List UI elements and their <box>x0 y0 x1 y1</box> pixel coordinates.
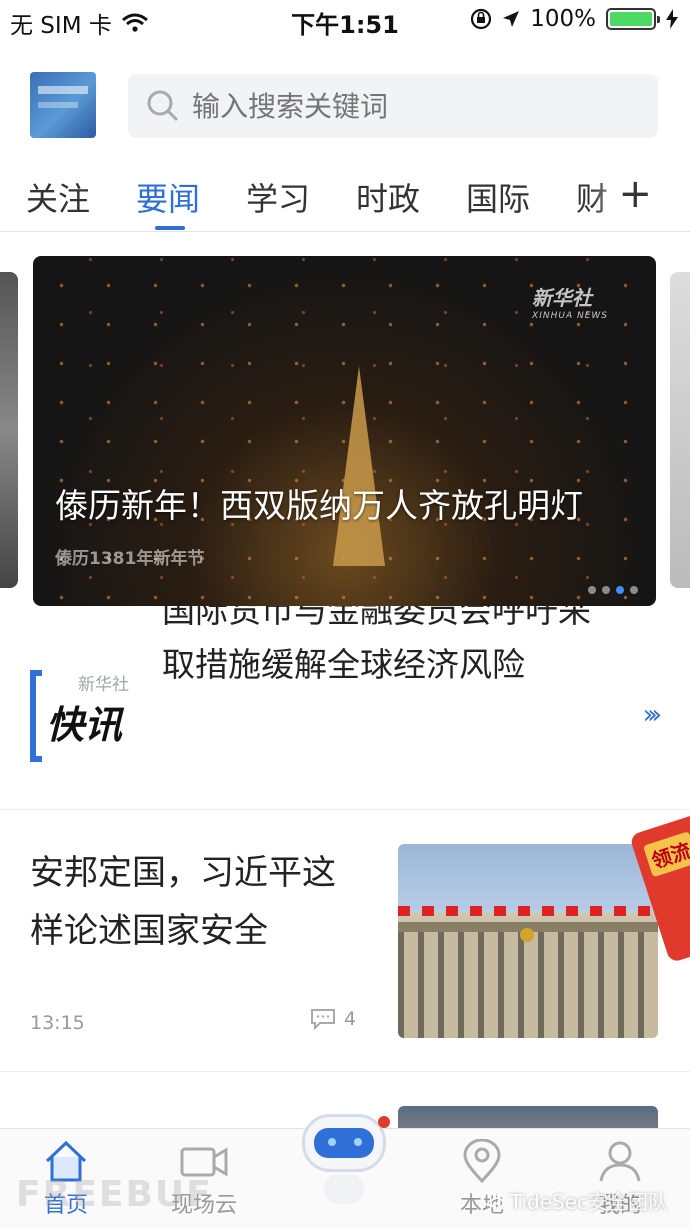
kuaixun-logo: 新华社 快讯 <box>30 670 140 762</box>
news-item[interactable]: 安邦定国，习近平这样论述国家安全 13:15 4 <box>0 810 690 1072</box>
orientation-lock-icon <box>471 8 492 30</box>
brand-sub: XINHUA NEWS <box>532 311 608 321</box>
active-tab-indicator <box>155 226 185 230</box>
tab-politics[interactable]: 时政 <box>356 174 420 220</box>
app-logo[interactable] <box>30 72 96 138</box>
notification-badge <box>378 1116 390 1128</box>
category-tabs: 关注 要闻 学习 时政 国际 财 + <box>0 168 690 232</box>
carousel-dot[interactable] <box>602 586 610 594</box>
great-hall-image <box>398 932 658 1038</box>
robot-body <box>324 1174 364 1204</box>
ai-assistant-robot[interactable] <box>296 1098 392 1208</box>
carousel-next-card[interactable] <box>670 272 690 588</box>
flash-headline[interactable]: 国际货币与金融委员会呼吁采取措施缓解全球经济风险 <box>162 606 602 692</box>
add-channel-icon[interactable]: + <box>618 170 652 218</box>
search-icon <box>147 90 179 122</box>
tidesec-watermark: TideSec安全团队 <box>482 1186 668 1215</box>
comment-icon <box>311 1009 335 1030</box>
tab-headlines[interactable]: 要闻 <box>136 174 200 220</box>
news-thumbnail[interactable] <box>398 844 658 1038</box>
carousel-dot-active[interactable] <box>616 586 624 594</box>
charging-bolt-icon <box>666 9 678 29</box>
xinhua-watermark: 新华社 XINHUA NEWS <box>532 282 608 321</box>
red-packet-label: 领流 <box>642 831 690 878</box>
robot-eye <box>328 1138 336 1146</box>
brand-name: 新华社 <box>532 286 593 310</box>
comment-count[interactable]: 4 <box>310 1008 356 1030</box>
chevron-right-icon[interactable]: ››› <box>643 700 662 730</box>
user-icon <box>599 1141 641 1182</box>
robot-visor <box>314 1128 374 1158</box>
pagoda-image <box>333 366 385 566</box>
tidesec-label: TideSec安全团队 <box>509 1190 668 1214</box>
battery-percent: 100% <box>530 6 596 32</box>
search-input[interactable] <box>192 89 592 123</box>
carousel-dot[interactable] <box>588 586 596 594</box>
logo-bracket <box>30 670 42 762</box>
news-time: 13:15 <box>30 1012 85 1034</box>
app-header <box>0 70 690 140</box>
battery-icon <box>606 8 660 30</box>
flash-news[interactable]: 新华社 快讯 国际货币与金融委员会呼吁采取措施缓解全球经济风险 ››› <box>0 606 690 810</box>
comment-count-value: 4 <box>344 1008 357 1030</box>
carousel-title[interactable]: 傣历新年！西双版纳万人齐放孔明灯 <box>55 482 615 530</box>
search-bar[interactable] <box>128 74 658 138</box>
location-arrow-icon <box>503 11 520 27</box>
news-title[interactable]: 安邦定国，习近平这样论述国家安全 <box>30 844 360 960</box>
location-pin-icon <box>463 1139 501 1183</box>
freebuf-watermark: FREEBUF <box>16 1174 213 1215</box>
tab-follow[interactable]: 关注 <box>26 174 90 220</box>
national-emblem-icon <box>520 928 534 942</box>
tab-study[interactable]: 学习 <box>246 174 310 220</box>
tab-international[interactable]: 国际 <box>466 174 530 220</box>
flash-brand: 新华社 <box>78 675 129 695</box>
status-bar: 无 SIM 卡 下午1:51 100% <box>0 0 690 40</box>
flags <box>398 906 658 916</box>
carousel-dots <box>588 586 638 594</box>
video-caption: 傣历1381年新年节 <box>55 549 205 569</box>
wechat-icon <box>482 1191 504 1209</box>
carousel-banner[interactable]: 新华社 XINHUA NEWS 傣历1381年新年节 傣历新年！西双版纳万人齐放… <box>33 256 656 606</box>
flash-logo-text: 快讯 <box>46 703 123 747</box>
carousel-dot[interactable] <box>630 586 638 594</box>
status-right: 100% <box>470 6 678 32</box>
carousel-prev-card[interactable] <box>0 272 18 588</box>
robot-eye <box>354 1138 362 1146</box>
